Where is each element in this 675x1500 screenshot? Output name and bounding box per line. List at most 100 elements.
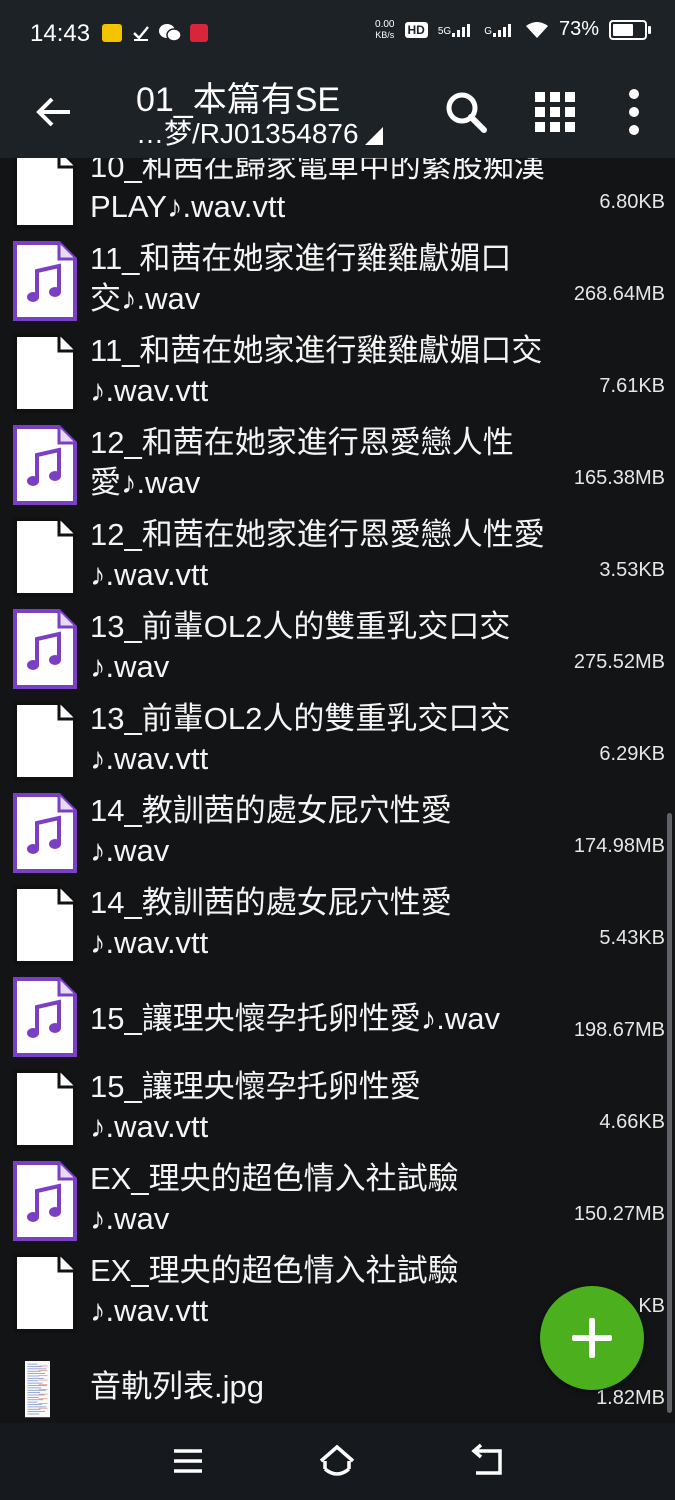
file-row[interactable]: 12_和茜在她家進行恩愛戀人性愛 ♪.wav.vtt 3.53KB xyxy=(0,511,675,603)
file-name: EX_理央的超色情入社試驗 ♪.wav xyxy=(90,1159,590,1239)
notification-app-icon xyxy=(102,24,122,42)
file-name: 12_和茜在她家進行恩愛戀人性愛 ♪.wav.vtt xyxy=(90,515,590,595)
folder-path[interactable]: …梦/RJ01354876 xyxy=(136,112,383,152)
chat-notification-icon xyxy=(159,24,182,42)
file-row[interactable]: 14_教訓茜的處女屁穴性愛 ♪.wav.vtt 5.43KB xyxy=(0,879,675,971)
file-name-line: 15_讓理央懷孕托卵性愛 xyxy=(90,1069,421,1104)
audio-file-icon xyxy=(13,609,77,689)
file-row[interactable]: 12_和茜在她家進行恩愛戀人性 愛♪.wav 165.38MB xyxy=(0,419,675,511)
file-name: 12_和茜在她家進行恩愛戀人性 愛♪.wav xyxy=(90,423,590,503)
file-name-line: 13_前輩OL2人的雙重乳交口交 xyxy=(90,701,511,736)
wifi-icon xyxy=(525,21,548,38)
file-size: 198.67MB xyxy=(573,1019,665,1041)
file-name-line: 14_教訓茜的處女屁穴性愛 xyxy=(90,793,452,828)
file-row[interactable]: 13_前輩OL2人的雙重乳交口交 ♪.wav.vtt 6.29KB xyxy=(0,695,675,787)
battery-text: 73% xyxy=(558,18,599,40)
file-name-line: ♪.wav xyxy=(90,649,170,684)
file-size: 165.38MB xyxy=(573,467,665,489)
document-file-icon xyxy=(13,517,77,597)
file-size: 7.61KB xyxy=(599,375,665,397)
audio-file-icon xyxy=(13,241,77,321)
document-file-icon xyxy=(13,158,77,229)
file-name-line: 15_讓理央懷孕托卵性愛♪.wav xyxy=(90,1001,500,1036)
file-row[interactable]: EX_理央的超色情入社試驗 ♪.wav 150.27MB xyxy=(0,1155,675,1247)
file-name-line: EX_理央的超色情入社試驗 xyxy=(90,1161,459,1196)
signal-5g-icon: 5G xyxy=(438,23,474,37)
network-speed: 0.00 KB/s xyxy=(375,18,395,40)
menu-icon[interactable] xyxy=(166,1441,210,1481)
red-app-icon xyxy=(190,24,208,42)
file-name: 11_和茜在她家進行雞雞獻媚口交 ♪.wav.vtt xyxy=(90,331,590,411)
file-name: 15_讓理央懷孕托卵性愛♪.wav xyxy=(90,999,590,1039)
add-fab-button[interactable] xyxy=(540,1286,644,1390)
file-row[interactable]: 11_和茜在她家進行雞雞獻媚口 交♪.wav 268.64MB xyxy=(0,235,675,327)
signal-icon: G xyxy=(484,23,515,37)
grid-view-icon[interactable] xyxy=(527,84,583,140)
audio-file-icon xyxy=(13,425,77,505)
file-name-line: ♪.wav xyxy=(90,833,170,868)
file-row[interactable]: 15_讓理央懷孕托卵性愛♪.wav 198.67MB xyxy=(0,971,675,1063)
back-arrow-icon[interactable] xyxy=(28,86,80,138)
status-icons: 0.00 KB/s HD 5G G 73% xyxy=(375,18,651,41)
file-name: EX_理央的超色情入社試驗 ♪.wav.vtt xyxy=(90,1251,590,1331)
file-name: 音軌列表.jpg xyxy=(90,1367,590,1407)
speed-value: 0.00 xyxy=(375,18,395,30)
file-name-line: ♪.wav.vtt xyxy=(90,741,209,776)
file-name-line: ♪.wav.vtt xyxy=(90,1109,209,1144)
file-name: 10_和茜在歸家電車中的緊股痴漢 PLAY♪.wav.vtt xyxy=(90,158,590,227)
search-icon[interactable] xyxy=(438,84,494,140)
file-name-line: 交♪.wav xyxy=(90,281,201,316)
file-size: 174.98MB xyxy=(573,835,665,857)
file-name: 13_前輩OL2人的雙重乳交口交 ♪.wav xyxy=(90,607,590,687)
file-name-line: 12_和茜在她家進行恩愛戀人性愛 xyxy=(90,517,545,552)
back-nav-icon[interactable] xyxy=(466,1441,510,1481)
file-name-line: 愛♪.wav xyxy=(90,465,201,500)
file-size: 4.66KB xyxy=(599,1111,665,1133)
file-name-line: ♪.wav.vtt xyxy=(90,373,209,408)
file-name-line: PLAY♪.wav.vtt xyxy=(90,189,286,224)
file-name-line: ♪.wav.vtt xyxy=(90,557,209,592)
image-thumbnail-icon xyxy=(25,1361,50,1418)
document-file-icon xyxy=(13,1253,77,1333)
file-name-line: 12_和茜在她家進行恩愛戀人性 xyxy=(90,425,514,460)
file-size: 150.27MB xyxy=(573,1203,665,1225)
file-size: KB xyxy=(638,1295,665,1317)
folder-path-text: …梦/RJ01354876 xyxy=(136,118,359,149)
file-row[interactable]: 11_和茜在她家進行雞雞獻媚口交 ♪.wav.vtt 7.61KB xyxy=(0,327,675,419)
file-name-line: EX_理央的超色情入社試驗 xyxy=(90,1253,459,1288)
file-name: 11_和茜在她家進行雞雞獻媚口 交♪.wav xyxy=(90,239,590,319)
document-file-icon xyxy=(13,1069,77,1149)
file-size: 275.52MB xyxy=(573,651,665,673)
file-list[interactable]: 10_和茜在歸家電車中的緊股痴漢 PLAY♪.wav.vtt 6.80KB 11_和茜… xyxy=(0,158,675,1423)
file-name: 14_教訓茜的處女屁穴性愛 ♪.wav xyxy=(90,791,590,871)
file-name-line: ♪.wav.vtt xyxy=(90,1293,209,1328)
status-bar: 14:43 0.00 KB/s HD 5G G 73% xyxy=(0,0,675,68)
file-size: 3.53KB xyxy=(599,559,665,581)
file-size: 1.82MB xyxy=(596,1387,665,1409)
file-size: 6.29KB xyxy=(599,743,665,765)
file-name-line: ♪.wav.vtt xyxy=(90,925,209,960)
more-options-icon[interactable] xyxy=(606,84,662,140)
audio-file-icon xyxy=(13,793,77,873)
check-notification-icon xyxy=(133,26,149,41)
system-nav-bar xyxy=(0,1423,675,1500)
file-row[interactable]: 10_和茜在歸家電車中的緊股痴漢 PLAY♪.wav.vtt 6.80KB xyxy=(0,158,675,235)
scrollbar[interactable] xyxy=(667,813,672,1413)
file-name-line: ♪.wav xyxy=(90,1201,170,1236)
hd-icon: HD xyxy=(404,21,428,38)
signal-label: 5G xyxy=(437,25,452,37)
dropdown-triangle-icon xyxy=(364,127,383,145)
home-icon[interactable] xyxy=(315,1441,359,1481)
file-row[interactable]: 13_前輩OL2人的雙重乳交口交 ♪.wav 275.52MB xyxy=(0,603,675,695)
battery-icon xyxy=(609,19,651,40)
file-name-line: 10_和茜在歸家電車中的緊股痴漢 xyxy=(90,158,545,184)
document-file-icon xyxy=(13,333,77,413)
file-name: 13_前輩OL2人的雙重乳交口交 ♪.wav.vtt xyxy=(90,699,590,779)
app-bar: 01_本篇有SE …梦/RJ01354876 xyxy=(0,68,675,158)
file-name: 14_教訓茜的處女屁穴性愛 ♪.wav.vtt xyxy=(90,883,590,963)
document-file-icon xyxy=(13,885,77,965)
file-name-line: 13_前輩OL2人的雙重乳交口交 xyxy=(90,609,511,644)
file-row[interactable]: 15_讓理央懷孕托卵性愛 ♪.wav.vtt 4.66KB xyxy=(0,1063,675,1155)
file-name-line: 14_教訓茜的處女屁穴性愛 xyxy=(90,885,452,920)
file-row[interactable]: 14_教訓茜的處女屁穴性愛 ♪.wav 174.98MB xyxy=(0,787,675,879)
